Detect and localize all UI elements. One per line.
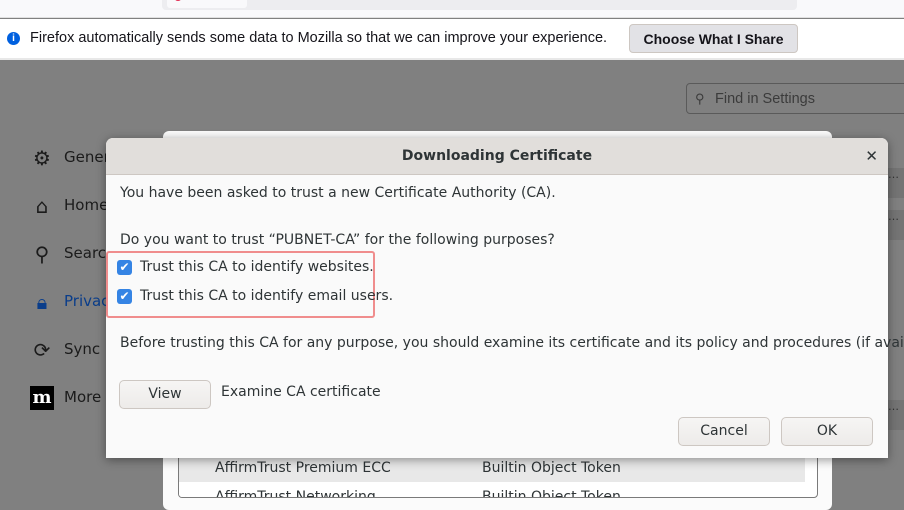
downloading-certificate-dialog: Downloading Certificate ✕ You have been … xyxy=(106,138,904,458)
close-icon[interactable]: ✕ xyxy=(865,147,878,165)
notification-bar: i Firefox automatically sends some data … xyxy=(0,19,904,60)
mozilla-icon: m xyxy=(30,386,54,410)
choose-what-i-share-button[interactable]: Choose What I Share xyxy=(629,24,798,53)
gear-icon: ⚙ xyxy=(33,146,51,170)
dialog-title: Downloading Certificate xyxy=(106,138,888,175)
settings-row: … xyxy=(888,210,904,240)
view-label: Examine CA certificate xyxy=(221,384,381,400)
checkbox-checked-icon: ✔ xyxy=(117,260,132,275)
checkbox-label: Trust this CA to identify websites. xyxy=(140,259,374,275)
search-placeholder: Find in Settings xyxy=(715,91,815,107)
ok-button[interactable]: OK xyxy=(781,417,873,446)
home-icon: ⌂ xyxy=(35,194,49,218)
dialog-question: Do you want to trust “PUBNET-CA” for the… xyxy=(120,232,555,248)
sidebar-label: More xyxy=(64,388,102,406)
search-icon: ⚲ xyxy=(695,91,705,106)
sync-icon: ⟳ xyxy=(33,338,51,362)
dialog-advice: Before trusting this CA for any purpose,… xyxy=(120,335,904,351)
settings-row: … xyxy=(888,168,904,198)
checkbox-label: Trust this CA to identify email users. xyxy=(140,288,394,304)
find-in-settings-input[interactable]: ⚲ Find in Settings xyxy=(686,83,904,114)
table-row[interactable]: AffirmTrust Premium ECC Builtin Object To… xyxy=(179,456,805,482)
dialog-intro: You have been asked to trust a new Certi… xyxy=(120,185,556,201)
sidebar-label: Sync xyxy=(64,340,101,358)
notification-message: Firefox automatically sends some data to… xyxy=(30,30,608,46)
table-row[interactable]: AffirmTrust Networking Builtin Object Tok… xyxy=(179,485,805,498)
lock-icon: 🔒︎ xyxy=(36,290,48,314)
search-icon: ⚲ xyxy=(34,242,50,266)
browser-toolbar xyxy=(0,0,904,18)
cancel-button[interactable]: Cancel xyxy=(678,417,770,446)
info-icon: i xyxy=(7,32,20,45)
url-bar[interactable] xyxy=(162,0,797,10)
checkbox-checked-icon: ✔ xyxy=(117,289,132,304)
cert-name: AffirmTrust Networking xyxy=(215,489,376,498)
cert-name: AffirmTrust Premium ECC xyxy=(215,460,391,476)
cert-device: Builtin Object Token xyxy=(482,489,621,498)
tab-icon xyxy=(167,0,247,8)
cert-device: Builtin Object Token xyxy=(482,460,621,476)
settings-row: … xyxy=(888,400,904,430)
sidebar-label: Home xyxy=(64,196,109,214)
view-button[interactable]: View xyxy=(119,380,211,409)
